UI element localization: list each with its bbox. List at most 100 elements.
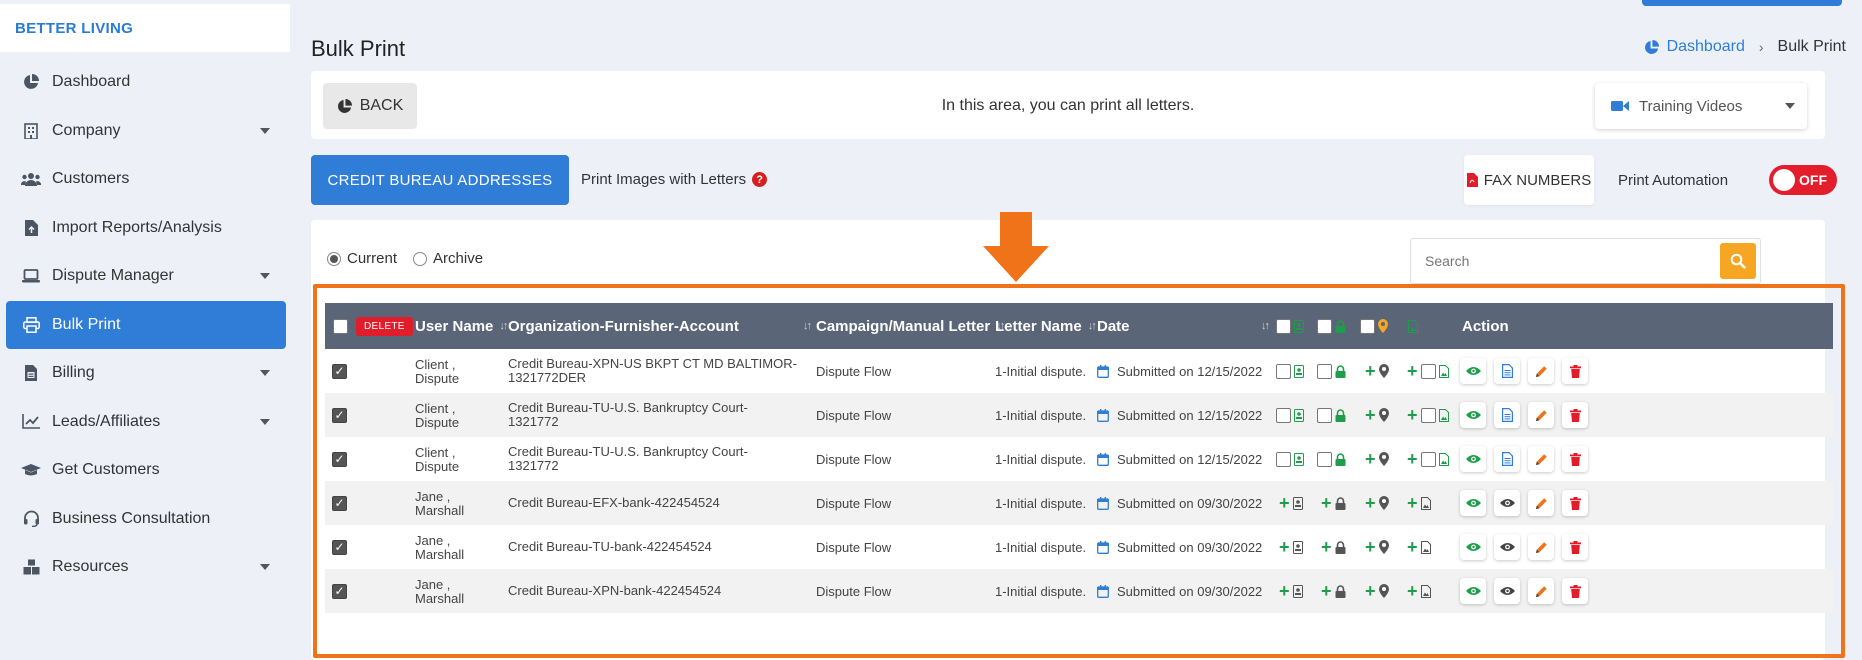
sidebar-item-bulk-print[interactable]: Bulk Print bbox=[6, 300, 286, 349]
sidebar-item-dashboard[interactable]: Dashboard bbox=[0, 58, 292, 107]
lock-doc-checkbox[interactable] bbox=[1317, 407, 1332, 423]
breadcrumb-dashboard-link[interactable]: Dashboard bbox=[1667, 38, 1745, 56]
delete-row-button[interactable] bbox=[1562, 446, 1588, 472]
row-checkbox[interactable] bbox=[332, 407, 347, 423]
sidebar-item-company[interactable]: Company bbox=[0, 107, 292, 156]
plus-icon[interactable]: + bbox=[1407, 538, 1418, 556]
sidebar-item-resources[interactable]: Resources bbox=[0, 543, 292, 592]
training-videos-dropdown[interactable]: Training Videos bbox=[1595, 83, 1807, 129]
user-last-name: Client , bbox=[415, 401, 456, 416]
row-checkbox[interactable] bbox=[332, 363, 347, 379]
plus-icon[interactable]: + bbox=[1365, 362, 1376, 380]
delete-row-button[interactable] bbox=[1562, 534, 1588, 560]
sidebar-item-business-consultation[interactable]: Business Consultation bbox=[0, 495, 292, 544]
edit-button[interactable] bbox=[1528, 358, 1554, 384]
plus-icon[interactable]: + bbox=[1407, 406, 1418, 424]
radio-current[interactable]: Current bbox=[327, 250, 397, 267]
delete-row-button[interactable] bbox=[1562, 490, 1588, 516]
search-button[interactable] bbox=[1720, 243, 1756, 279]
view-button[interactable] bbox=[1460, 446, 1486, 472]
view-button[interactable] bbox=[1460, 490, 1486, 516]
preview-button[interactable] bbox=[1494, 490, 1520, 516]
brand-logo[interactable]: BETTER LIVING bbox=[0, 4, 290, 52]
col-organization[interactable]: Organization-Furnisher-Account bbox=[508, 303, 739, 349]
view-button[interactable] bbox=[1460, 402, 1486, 428]
plus-icon[interactable]: + bbox=[1321, 494, 1332, 512]
plus-icon[interactable]: + bbox=[1365, 538, 1376, 556]
search-input[interactable] bbox=[1411, 239, 1720, 283]
radio-archive[interactable]: Archive bbox=[413, 250, 483, 267]
image-doc-checkbox[interactable] bbox=[1420, 363, 1436, 379]
plus-icon[interactable]: + bbox=[1365, 406, 1376, 424]
plus-icon[interactable]: + bbox=[1407, 494, 1418, 512]
delete-row-button[interactable] bbox=[1562, 402, 1588, 428]
sidebar-item-import-reports-analysis[interactable]: Import Reports/Analysis bbox=[0, 204, 292, 253]
fax-numbers-button[interactable]: FAX NUMBERS bbox=[1464, 155, 1594, 205]
row-checkbox[interactable] bbox=[332, 583, 347, 599]
delete-button[interactable]: DELETE bbox=[356, 303, 413, 349]
id-doc-checkbox[interactable] bbox=[1276, 451, 1291, 467]
image-doc-checkbox[interactable] bbox=[1420, 451, 1436, 467]
plus-icon[interactable]: + bbox=[1321, 538, 1332, 556]
id-doc-select-all[interactable] bbox=[1276, 318, 1291, 334]
image-doc-checkbox[interactable] bbox=[1420, 407, 1436, 423]
chevron-down-icon bbox=[260, 418, 270, 425]
col-letter-name[interactable]: Letter Name ↓↑ bbox=[995, 303, 1097, 349]
view-button[interactable] bbox=[1460, 534, 1486, 560]
select-all-box[interactable] bbox=[333, 318, 348, 334]
plus-icon[interactable]: + bbox=[1279, 582, 1290, 600]
radio-archive-dot[interactable] bbox=[413, 251, 428, 266]
lock-doc-select-all[interactable] bbox=[1317, 318, 1332, 334]
sidebar-item-get-customers[interactable]: Get Customers bbox=[0, 446, 292, 495]
preview-button[interactable] bbox=[1494, 578, 1520, 604]
pencil-icon bbox=[1535, 541, 1548, 554]
lock-doc-checkbox[interactable] bbox=[1317, 451, 1332, 467]
sidebar-item-dispute-manager[interactable]: Dispute Manager bbox=[0, 252, 292, 301]
view-button[interactable] bbox=[1460, 578, 1486, 604]
preview-button[interactable] bbox=[1494, 534, 1520, 560]
select-all-checkbox[interactable] bbox=[333, 303, 348, 349]
search-icon bbox=[1730, 253, 1746, 269]
document-button[interactable] bbox=[1494, 402, 1520, 428]
row-checkbox[interactable] bbox=[332, 451, 347, 467]
radio-current-dot[interactable] bbox=[327, 251, 341, 266]
delete-row-button[interactable] bbox=[1562, 358, 1588, 384]
edit-button[interactable] bbox=[1528, 446, 1554, 472]
col-user-name[interactable]: User Name ↓↑ bbox=[415, 303, 508, 349]
top-action-button[interactable] bbox=[1642, 0, 1842, 6]
edit-button[interactable] bbox=[1528, 402, 1554, 428]
help-icon[interactable]: ? bbox=[752, 172, 768, 187]
address-doc-select-all[interactable] bbox=[1360, 318, 1375, 334]
plus-icon[interactable]: + bbox=[1407, 362, 1418, 380]
sidebar-item-billing[interactable]: Billing bbox=[0, 349, 292, 398]
id-doc-checkbox[interactable] bbox=[1276, 363, 1291, 379]
plus-icon[interactable]: + bbox=[1365, 582, 1376, 600]
plus-icon[interactable]: + bbox=[1279, 494, 1290, 512]
sort-date-icon[interactable]: ↓↑ bbox=[1255, 303, 1270, 349]
plus-icon[interactable]: + bbox=[1407, 582, 1418, 600]
view-button[interactable] bbox=[1460, 358, 1486, 384]
edit-button[interactable] bbox=[1528, 534, 1554, 560]
row-checkbox[interactable] bbox=[332, 539, 347, 555]
print-automation-toggle[interactable]: OFF bbox=[1769, 165, 1837, 195]
document-button[interactable] bbox=[1494, 358, 1520, 384]
document-button[interactable] bbox=[1494, 446, 1520, 472]
plus-icon[interactable]: + bbox=[1321, 582, 1332, 600]
plus-icon[interactable]: + bbox=[1365, 494, 1376, 512]
sidebar-item-customers[interactable]: Customers bbox=[0, 155, 292, 204]
col-date[interactable]: Date bbox=[1097, 303, 1130, 349]
edit-button[interactable] bbox=[1528, 578, 1554, 604]
plus-icon[interactable]: + bbox=[1365, 450, 1376, 468]
edit-button[interactable] bbox=[1528, 490, 1554, 516]
delete-row-button[interactable] bbox=[1562, 578, 1588, 604]
date-text: Submitted on 12/15/2022 bbox=[1117, 363, 1263, 379]
row-checkbox[interactable] bbox=[332, 495, 347, 511]
sidebar-item-leads-affiliates[interactable]: Leads/Affiliates bbox=[0, 398, 292, 447]
plus-icon[interactable]: + bbox=[1407, 450, 1418, 468]
id-doc-checkbox[interactable] bbox=[1276, 407, 1291, 423]
col-campaign[interactable]: Campaign/Manual Letter ↓↑ bbox=[816, 303, 1005, 349]
credit-bureau-addresses-button[interactable]: CREDIT BUREAU ADDRESSES bbox=[311, 155, 569, 205]
plus-icon[interactable]: + bbox=[1279, 538, 1290, 556]
sort-organization-icon[interactable]: ↓↑ bbox=[797, 303, 812, 349]
lock-doc-checkbox[interactable] bbox=[1317, 363, 1332, 379]
